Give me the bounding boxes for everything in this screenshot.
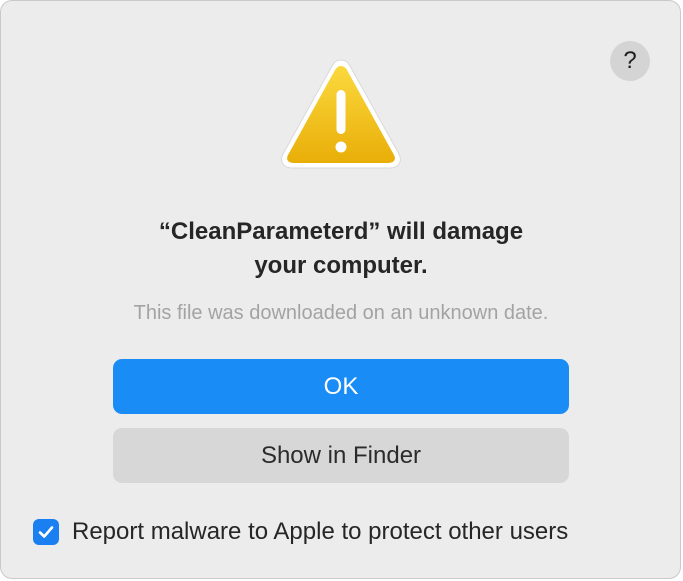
ok-button[interactable]: OK	[113, 359, 569, 414]
alert-title: “CleanParameterd” will damage your compu…	[41, 215, 641, 283]
help-button[interactable]: ?	[610, 41, 650, 81]
alert-title-line2: your computer.	[254, 252, 428, 279]
malware-alert-dialog: ? “CleanParameterd” will damage your com…	[0, 0, 681, 579]
checkmark-icon	[38, 526, 54, 538]
report-malware-label: Report malware to Apple to protect other…	[72, 518, 569, 545]
report-malware-row: Report malware to Apple to protect other…	[33, 515, 568, 549]
report-malware-checkbox[interactable]	[33, 519, 59, 545]
show-in-finder-button[interactable]: Show in Finder	[113, 428, 569, 483]
alert-title-line1: “CleanParameterd” will damage	[158, 218, 524, 245]
alert-subtitle: This file was downloaded on an unknown d…	[133, 302, 549, 324]
warning-triangle-icon	[281, 59, 401, 169]
